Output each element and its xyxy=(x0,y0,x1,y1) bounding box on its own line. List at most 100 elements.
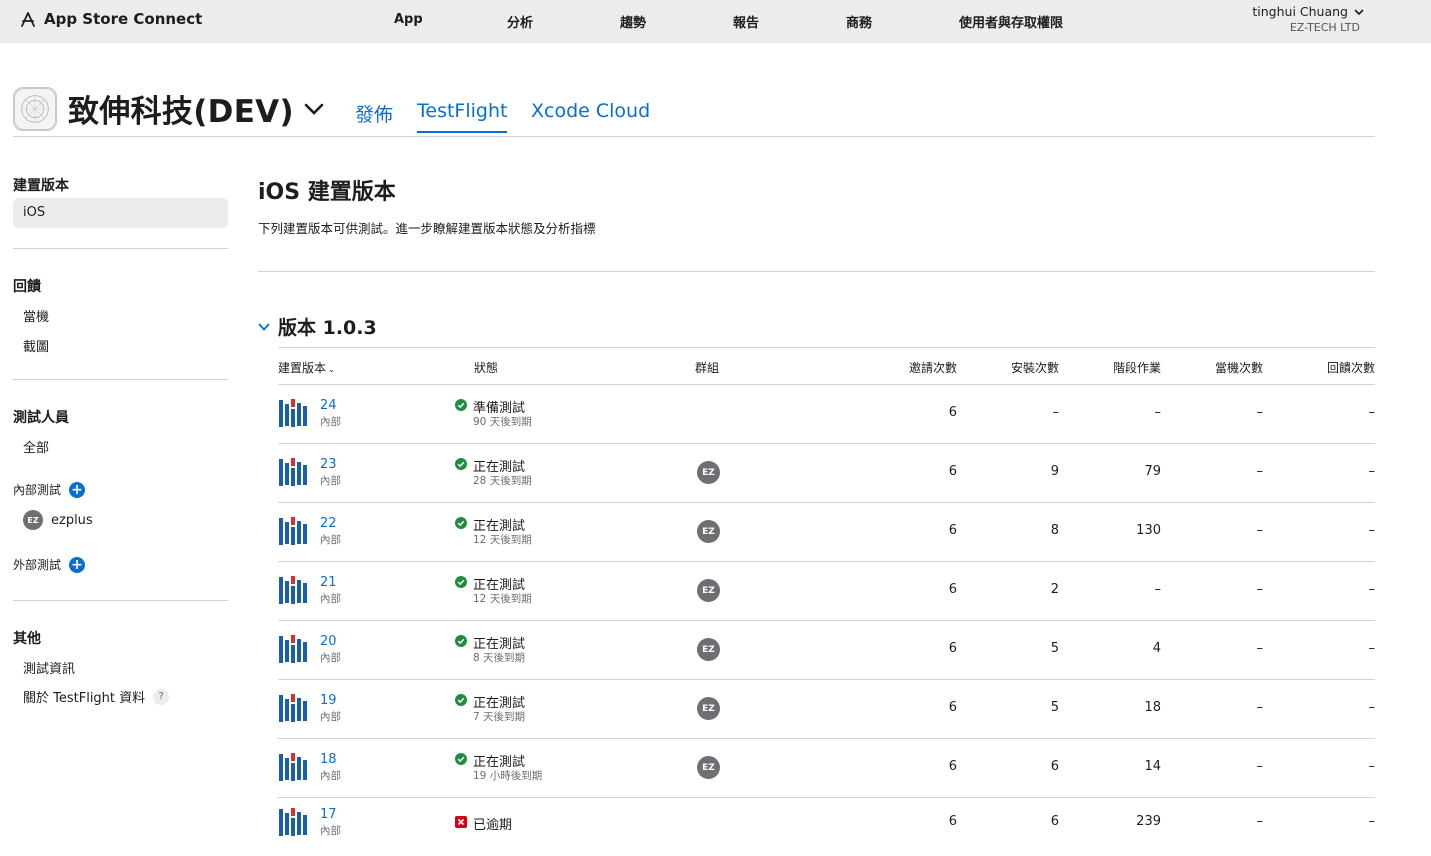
add-internal-group-button[interactable]: + xyxy=(69,481,86,498)
cell-invites: 6 xyxy=(948,814,957,829)
avatar: EZ xyxy=(697,756,720,779)
group-name: ezplus xyxy=(51,512,93,528)
nav-app[interactable]: App xyxy=(394,12,423,27)
sidebar-item-about-testflight-data[interactable]: 關於 TestFlight 資料 ? xyxy=(23,687,170,706)
avatar: EZ xyxy=(697,520,720,543)
sidebar-heading-other: 其他 xyxy=(13,631,41,647)
content-divider xyxy=(258,271,1375,272)
table-row[interactable]: 17 內部 已逾期 6 6 239 – – xyxy=(278,797,1375,856)
cell-feedback: – xyxy=(1368,700,1376,715)
sidebar-item-ios[interactable]: iOS xyxy=(23,205,45,220)
sidebar-divider xyxy=(13,379,228,380)
avatar: EZ xyxy=(697,638,720,661)
sidebar-external-testing: 外部測試 + xyxy=(13,556,86,573)
version-label: 版本 1.0.3 xyxy=(278,317,377,339)
build-thumbnail-icon xyxy=(278,751,311,784)
build-type: 內部 xyxy=(320,825,341,837)
cell-sessions: – xyxy=(1154,582,1162,597)
cell-invites: 6 xyxy=(948,464,957,479)
tab-testflight[interactable]: TestFlight xyxy=(417,100,508,133)
build-number-link[interactable]: 19 xyxy=(320,693,337,708)
table-row[interactable]: 23 內部 正在測試 28 天後到期 EZ 6 9 79– – xyxy=(278,443,1375,502)
chevron-down-icon xyxy=(304,103,324,115)
build-number-link[interactable]: 17 xyxy=(320,807,337,822)
status-text: 已逾期 xyxy=(473,818,513,833)
account-menu[interactable]: tinghui Chuang EZ-TECH LTD xyxy=(1252,4,1365,34)
cell-invites: 6 xyxy=(948,759,957,774)
column-header-installs: 安裝次數 xyxy=(1010,361,1059,375)
cell-sessions: 239 xyxy=(1136,814,1161,829)
table-row[interactable]: 24 內部 準備測試 90 天後到期 6– – – – xyxy=(278,384,1375,443)
build-number-link[interactable]: 18 xyxy=(320,752,337,767)
app-store-icon xyxy=(21,12,35,27)
version-group-toggle[interactable]: 版本 1.0.3 xyxy=(258,313,377,340)
cell-crashes: – xyxy=(1256,464,1264,479)
sidebar-heading-testers: 測試人員 xyxy=(13,410,69,426)
cell-sessions: 130 xyxy=(1136,523,1161,538)
cell-invites: 6 xyxy=(948,700,957,715)
table-row[interactable]: 21 內部 正在測試 12 天後到期 EZ 6 2– – – xyxy=(278,561,1375,620)
build-thumbnail-icon xyxy=(278,397,311,430)
app-switcher[interactable]: 致伸科技(DEV) xyxy=(13,86,326,131)
page-title: iOS 建置版本 xyxy=(258,180,396,205)
build-number-link[interactable]: 22 xyxy=(320,516,337,531)
build-number-link[interactable]: 23 xyxy=(320,457,337,472)
cell-feedback: – xyxy=(1368,641,1376,656)
tab-xcode-cloud[interactable]: Xcode Cloud xyxy=(531,100,650,122)
top-navigation-bar: App Store Connect App 分析 趨勢 報告 商務 使用者與存取… xyxy=(0,0,1431,43)
nav-reports[interactable]: 報告 xyxy=(733,12,759,31)
help-icon[interactable]: ? xyxy=(153,688,170,705)
nav-business[interactable]: 商務 xyxy=(846,12,872,31)
sidebar-divider xyxy=(13,600,228,601)
build-number-link[interactable]: 24 xyxy=(320,398,337,413)
sidebar-item-all-testers[interactable]: 全部 xyxy=(23,437,49,456)
cell-crashes: – xyxy=(1256,405,1264,420)
column-header-crashes: 當機次數 xyxy=(1214,361,1263,375)
cell-crashes: – xyxy=(1256,523,1264,538)
column-header-build[interactable]: 建置版本 ⌄ xyxy=(278,359,335,376)
nav-users-and-access[interactable]: 使用者與存取權限 xyxy=(959,12,1063,31)
external-testing-label: 外部測試 xyxy=(13,558,62,572)
expiry-text: 90 天後到期 xyxy=(473,416,532,428)
chevron-down-icon xyxy=(1354,8,1364,15)
brand-link[interactable]: App Store Connect xyxy=(18,9,202,29)
nav-trends[interactable]: 趨勢 xyxy=(620,12,646,31)
nav-analytics[interactable]: 分析 xyxy=(507,12,533,31)
sidebar-item-crashes[interactable]: 當機 xyxy=(23,306,49,325)
check-circle-icon xyxy=(455,576,467,588)
page-subtitle: 下列建置版本可供測試。進一步瞭解建置版本狀態及分析指標 xyxy=(258,221,596,236)
cell-crashes: – xyxy=(1256,582,1264,597)
app-name: 致伸科技(DEV) xyxy=(68,94,294,130)
app-icon xyxy=(13,86,57,131)
cell-sessions: 14 xyxy=(1144,759,1161,774)
tab-distribution[interactable]: 發佈 xyxy=(355,100,393,127)
internal-testing-label: 內部測試 xyxy=(13,483,62,497)
table-row[interactable]: 22 內部 正在測試 12 天後到期 EZ 6 8 130– – xyxy=(278,502,1375,561)
sidebar-item-ios-selected-bg xyxy=(13,198,228,228)
cell-invites: 6 xyxy=(948,523,957,538)
expiry-text: 28 天後到期 xyxy=(473,475,532,487)
build-type: 內部 xyxy=(320,416,341,428)
column-header-status: 狀態 xyxy=(474,361,499,375)
build-number-link[interactable]: 20 xyxy=(320,634,337,649)
cell-sessions: – xyxy=(1154,405,1162,420)
sidebar-item-group-ezplus[interactable]: EZ ezplus xyxy=(23,510,93,530)
sort-chevron-icon: ⌄ xyxy=(328,365,335,374)
table-row[interactable]: 20 內部 正在測試 8 天後到期 EZ 6 5 4– – xyxy=(278,620,1375,679)
expiry-text: 12 天後到期 xyxy=(473,534,532,546)
cell-installs: 9 xyxy=(1050,464,1059,479)
build-number-link[interactable]: 21 xyxy=(320,575,337,590)
chevron-down-icon xyxy=(258,323,270,331)
check-circle-icon xyxy=(455,399,467,411)
sidebar-item-screenshots[interactable]: 截圖 xyxy=(23,336,49,355)
header-divider xyxy=(13,136,1375,137)
cell-installs: 2 xyxy=(1050,582,1059,597)
table-row[interactable]: 19 內部 正在測試 7 天後到期 EZ 6 5 18– – xyxy=(278,679,1375,738)
check-circle-icon xyxy=(455,458,467,470)
table-row[interactable]: 18 內部 正在測試 19 小時後到期 EZ 6 6 14– – xyxy=(278,738,1375,797)
sidebar-item-test-information[interactable]: 測試資訊 xyxy=(23,658,75,677)
add-external-group-button[interactable]: + xyxy=(69,556,86,573)
cell-sessions: 4 xyxy=(1152,641,1161,656)
check-circle-icon xyxy=(455,753,467,765)
build-thumbnail-icon xyxy=(278,515,311,548)
